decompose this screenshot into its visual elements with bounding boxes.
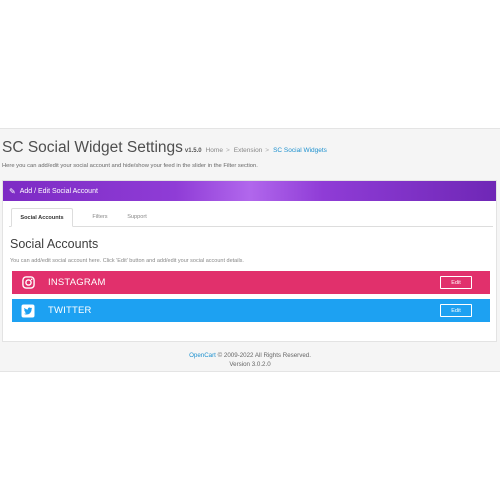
breadcrumb-extension[interactable]: Extension [234,147,263,154]
breadcrumb-separator: > [225,147,230,154]
settings-page: SC Social Widget Settings v1.5.0 Home > … [0,128,500,372]
panel-heading: ✎ Add / Edit Social Account [3,181,496,201]
tab-social-accounts[interactable]: Social Accounts [11,208,73,227]
account-row-twitter: TWITTER Edit [12,299,490,322]
account-name-twitter: TWITTER [48,305,92,316]
tab-support[interactable]: Support [120,208,154,227]
settings-panel: ✎ Add / Edit Social Account Social Accou… [2,180,497,342]
opencart-link[interactable]: OpenCart [189,352,216,359]
breadcrumb-current[interactable]: SC Social Widgets [273,147,327,154]
page-title: SC Social Widget Settings [2,139,183,156]
version-label: v1.5.0 [184,148,202,154]
footer-copyright: © 2009-2022 All Rights Reserved. [217,352,311,359]
pencil-icon: ✎ [9,186,16,196]
account-name-instagram: INSTAGRAM [48,277,106,288]
panel-heading-label: Add / Edit Social Account [19,187,98,195]
account-row-instagram: INSTAGRAM Edit [12,271,490,294]
page-subtitle: Here you can add/edit your social accoun… [2,163,258,169]
breadcrumb-separator: > [265,147,270,154]
section-title: Social Accounts [10,237,99,251]
instagram-icon [21,276,35,290]
tab-filters[interactable]: Filters [85,208,115,227]
edit-instagram-button[interactable]: Edit [440,276,472,289]
edit-twitter-button[interactable]: Edit [440,304,472,317]
breadcrumb-home[interactable]: Home [206,147,223,154]
twitter-icon [21,304,35,318]
page-footer: OpenCart © 2009-2022 All Rights Reserved… [0,351,500,369]
tab-bar: Social Accounts Filters Support [9,208,493,227]
page-header: SC Social Widget Settings v1.5.0 Home > … [2,139,498,169]
title-row: SC Social Widget Settings v1.5.0 Home > … [2,139,498,157]
section-description: You can add/edit social account here. Cl… [10,258,244,264]
footer-version: Version 3.0.2.0 [229,361,271,368]
footer-copyright-line: OpenCart © 2009-2022 All Rights Reserved… [0,351,500,360]
